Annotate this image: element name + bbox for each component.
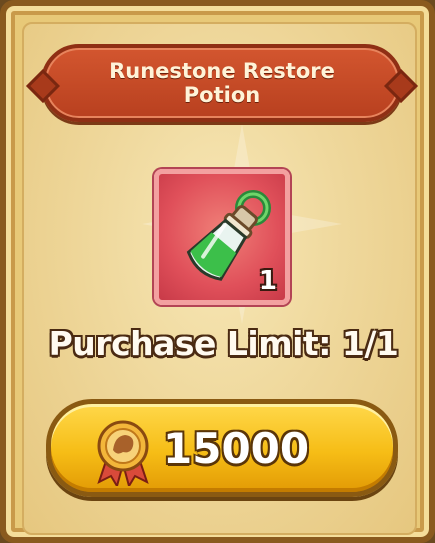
- item-name: Runestone Restore Potion: [109, 59, 335, 107]
- price-value: 15000: [163, 424, 310, 473]
- medal-coin-icon: [97, 420, 149, 486]
- buy-button[interactable]: 15000: [46, 399, 398, 497]
- purchase-limit-label: Purchase Limit: 1/1: [48, 324, 399, 363]
- item-title-banner: Runestone Restore Potion: [41, 44, 403, 122]
- item-quantity: 1: [258, 266, 277, 296]
- item-slot[interactable]: 1: [154, 169, 290, 305]
- shop-item-card: Runestone Restore Potion 1 Purchase Limi…: [0, 0, 435, 543]
